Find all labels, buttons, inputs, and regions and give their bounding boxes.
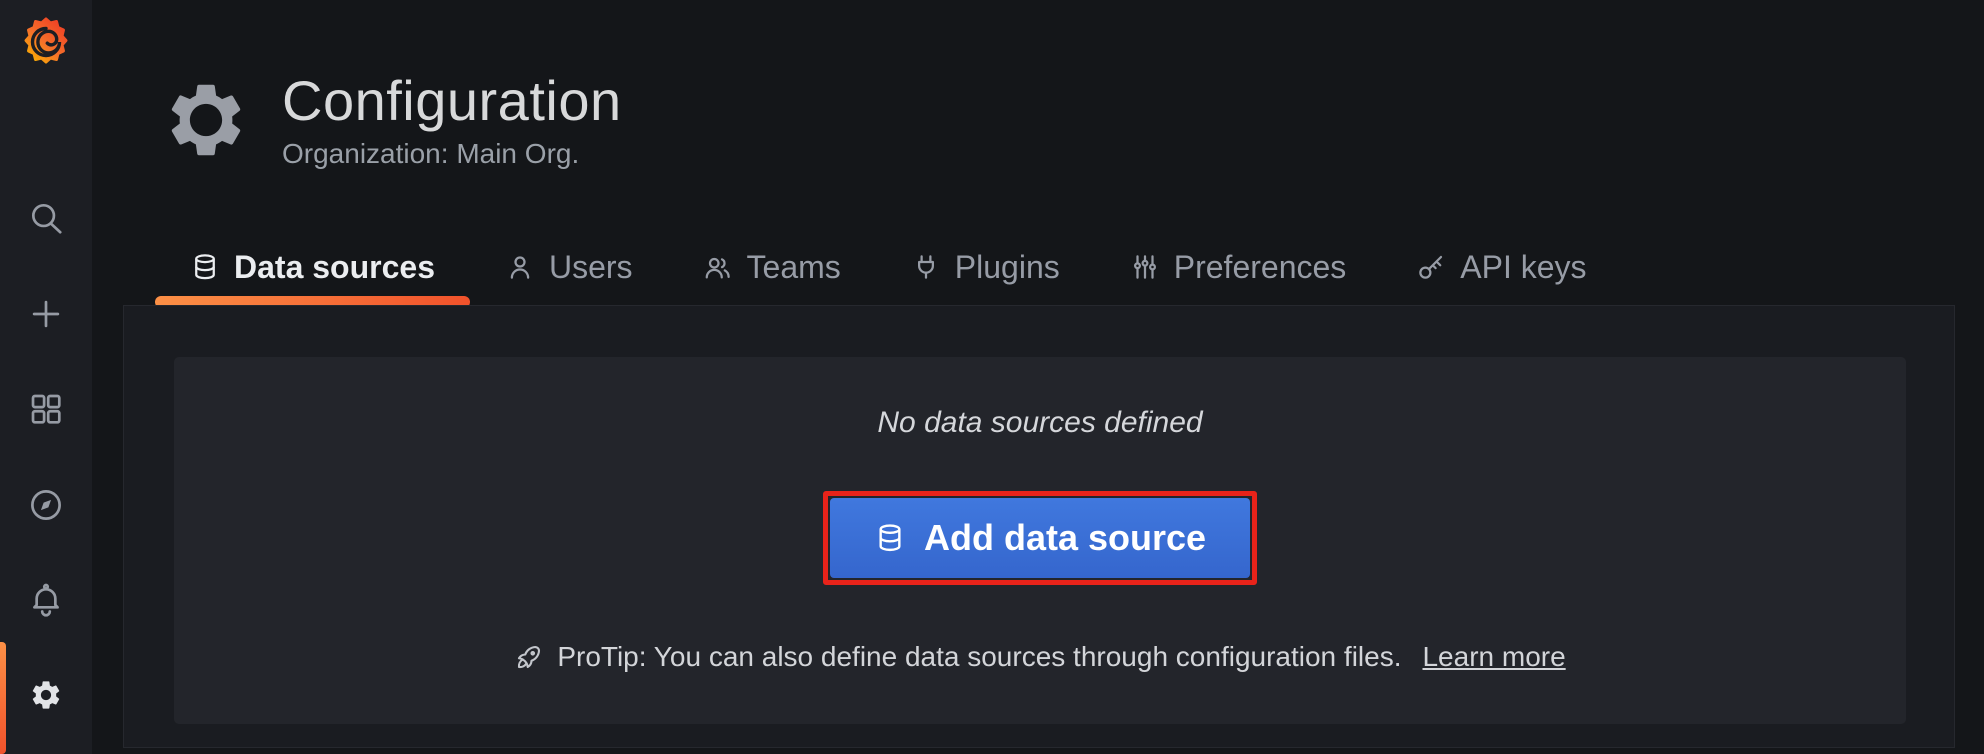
tab-label: Preferences [1174, 249, 1347, 286]
database-icon [874, 522, 906, 554]
tab-data-sources[interactable]: Data sources [155, 236, 470, 308]
search-icon[interactable] [26, 198, 66, 238]
tab-teams[interactable]: Teams [668, 236, 876, 308]
gear-icon [162, 76, 250, 164]
explore-compass-icon[interactable] [26, 485, 66, 525]
plug-icon [911, 252, 941, 282]
tab-label: Teams [747, 249, 841, 286]
active-nav-indicator [0, 642, 6, 754]
dashboards-icon[interactable] [26, 389, 66, 429]
key-icon [1416, 252, 1446, 282]
tab-label: Plugins [955, 249, 1060, 286]
alerting-bell-icon[interactable] [26, 581, 66, 621]
empty-state-message: No data sources defined [877, 403, 1202, 443]
page-header: Configuration Organization: Main Org. [162, 70, 622, 170]
tab-bar: Data sources Users Teams Plugins [155, 236, 1622, 308]
protip-row: ProTip: You can also define data sources… [514, 641, 1565, 673]
protip-text: ProTip: You can also define data sources… [557, 641, 1401, 673]
sliders-icon [1130, 252, 1160, 282]
tab-plugins[interactable]: Plugins [876, 236, 1095, 308]
annotation-highlight-box: Add data source [823, 491, 1257, 585]
tab-label: Users [549, 249, 633, 286]
tab-label: Data sources [234, 249, 435, 286]
user-icon [505, 252, 535, 282]
plus-icon[interactable] [26, 294, 66, 334]
empty-state-panel: No data sources defined Add data source [174, 357, 1906, 724]
tab-preferences[interactable]: Preferences [1095, 236, 1382, 308]
add-button-label: Add data source [924, 517, 1206, 559]
page-subtitle: Organization: Main Org. [282, 138, 622, 170]
grafana-logo[interactable] [20, 16, 72, 68]
tab-content: No data sources defined Add data source [123, 305, 1955, 748]
learn-more-link[interactable]: Learn more [1422, 641, 1565, 673]
database-icon [190, 252, 220, 282]
settings-gear-icon[interactable] [26, 675, 66, 715]
main-content: Configuration Organization: Main Org. Da… [92, 0, 1984, 754]
tab-label: API keys [1460, 249, 1586, 286]
add-data-source-button[interactable]: Add data source [830, 498, 1250, 578]
sidebar [0, 0, 92, 754]
users-icon [703, 252, 733, 282]
tab-api-keys[interactable]: API keys [1381, 236, 1621, 308]
tab-users[interactable]: Users [470, 236, 668, 308]
page-title: Configuration [282, 70, 622, 132]
rocket-icon [514, 642, 544, 672]
